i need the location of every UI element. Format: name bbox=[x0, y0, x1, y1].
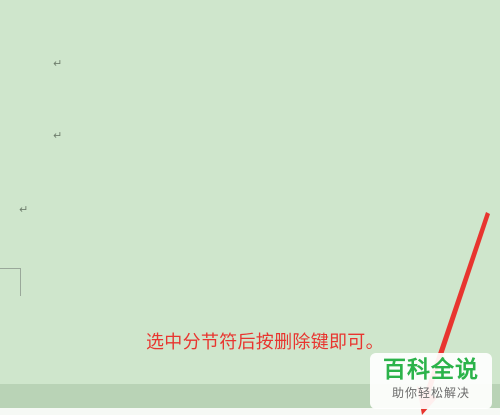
instruction-annotation: 选中分节符后按删除键即可。 bbox=[146, 332, 384, 353]
document-page[interactable]: ↵ ↵ ↵ 选中分节符后按删除键即可。 百科全说 助你轻松解决 bbox=[0, 0, 500, 415]
paragraph-mark: ↵ bbox=[19, 203, 29, 216]
page-margin-corner-marker bbox=[0, 268, 21, 296]
paragraph-mark: ↵ bbox=[53, 57, 63, 70]
page-gap-strip bbox=[0, 408, 500, 415]
site-watermark-logo: 百科全说 助你轻松解决 bbox=[370, 353, 492, 409]
watermark-subtitle: 助你轻松解决 bbox=[391, 386, 470, 400]
paragraph-mark: ↵ bbox=[53, 129, 63, 142]
watermark-title: 百科全说 bbox=[383, 357, 479, 383]
